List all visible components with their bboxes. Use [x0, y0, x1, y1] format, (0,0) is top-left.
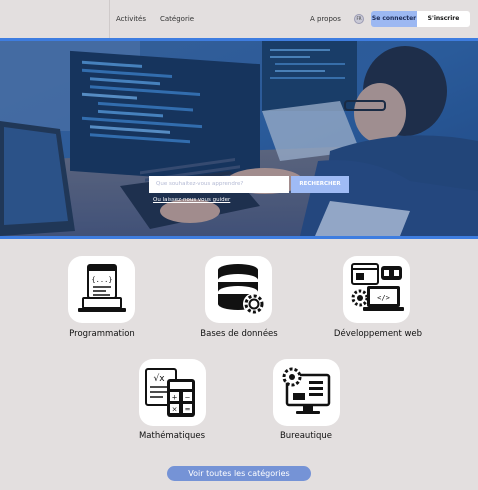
svg-text:−: −	[185, 394, 191, 402]
office-icon	[282, 367, 331, 414]
category-programming-label[interactable]: Programmation	[69, 329, 135, 339]
programming-icon: {...}	[78, 264, 126, 312]
svg-text:√x: √x	[153, 373, 165, 384]
guide-link[interactable]: Ou laissez-nous vous guider	[153, 197, 230, 203]
web-development-icon: </>	[351, 263, 404, 311]
top-header: Activités Catégorie A propos FR Se conne…	[0, 0, 478, 38]
nav-category-link[interactable]: Catégorie	[160, 15, 194, 23]
database-icon	[218, 264, 265, 315]
category-web-development-label[interactable]: Développement web	[334, 329, 422, 339]
hero-banner: Que souhaitez-vous apprendre? RECHERCHER…	[0, 38, 478, 239]
hero-background-image	[0, 41, 478, 236]
svg-text:{...}: {...}	[91, 276, 112, 284]
math-icon: √x + − × =	[145, 368, 195, 417]
signup-button[interactable]: S'inscrire	[417, 11, 470, 27]
svg-text:=: =	[185, 406, 191, 414]
category-office-card[interactable]	[273, 359, 340, 426]
logo-area	[0, 0, 110, 38]
svg-text:×: ×	[172, 406, 178, 414]
nav-activities-link[interactable]: Activités	[116, 15, 146, 23]
category-math-label[interactable]: Mathématiques	[139, 431, 205, 441]
svg-text:+: +	[172, 394, 178, 402]
login-button[interactable]: Se connecter	[371, 11, 417, 27]
category-programming-card[interactable]: {...}	[68, 256, 135, 323]
category-database-label[interactable]: Bases de données	[200, 329, 277, 339]
svg-text:</>: </>	[377, 294, 390, 302]
search-input[interactable]: Que souhaitez-vous apprendre?	[149, 176, 289, 193]
category-math-card[interactable]: √x + − × =	[139, 359, 206, 426]
view-all-categories-button[interactable]: Voir toutes les catégories	[167, 466, 311, 481]
language-selector[interactable]: FR	[354, 14, 364, 24]
category-web-development-card[interactable]: </>	[343, 256, 410, 323]
search-button[interactable]: RECHERCHER	[291, 176, 349, 193]
category-database-card[interactable]	[205, 256, 272, 323]
nav-about-link[interactable]: A propos	[310, 15, 341, 23]
category-office-label[interactable]: Bureautique	[280, 431, 332, 441]
